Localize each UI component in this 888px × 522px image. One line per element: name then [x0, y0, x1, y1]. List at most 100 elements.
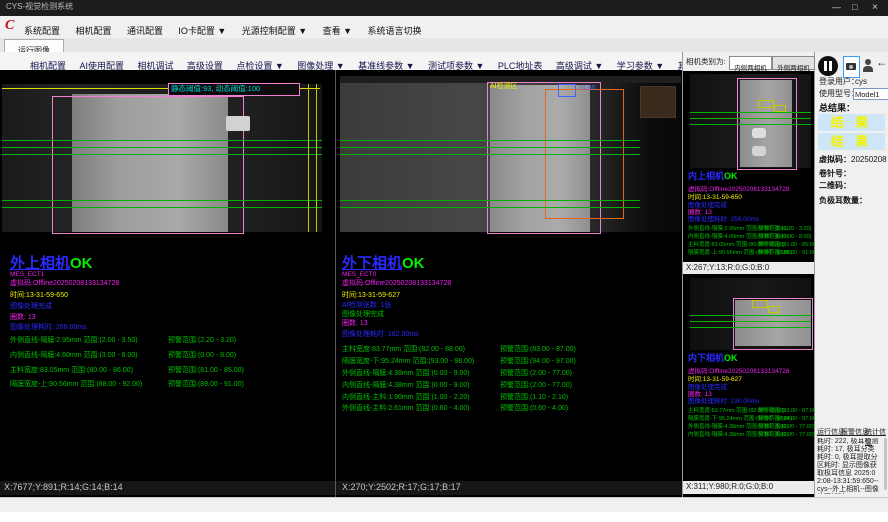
app-logo-icon: C — [5, 18, 14, 33]
close-button[interactable]: × — [872, 2, 878, 13]
measurement-warn: 预警范围:(81.00 - 85.00) — [758, 242, 818, 248]
guide-line — [690, 118, 811, 119]
threshold-label: 静态阈值:93, 动态阈值:100 — [168, 83, 300, 96]
measurement-value: 隔膜宽度-上:90.56mm 范围:(88.00 - 92.00) — [10, 381, 142, 389]
ai-region-label: AI检测区 — [490, 83, 518, 91]
tag-label-box — [758, 100, 774, 108]
virtual-code-label: 虚拟码： — [819, 156, 851, 165]
measurement-warn: 预警范围:(2.00 - 77.00) — [500, 382, 572, 390]
login-value: cys — [855, 78, 867, 87]
edge-line — [316, 84, 317, 232]
measurement-warn: 预警范围:(2.20 - 3.20) — [168, 337, 236, 345]
menu-system-config[interactable]: 系统配置 — [24, 24, 60, 37]
guide-line — [2, 154, 322, 155]
app-window: CYS-视觉检测系统 — □ × C 系统配置 相机配置 通讯配置 IO卡配置 … — [0, 0, 888, 522]
measurement-warn: 预警范围:(0.60 - 4.00) — [500, 405, 568, 413]
connector-blob — [226, 116, 250, 131]
tab-inner-cameras[interactable]: 内侧两相机 — [729, 56, 772, 70]
guide-line — [690, 327, 811, 328]
back-button[interactable]: ← — [876, 54, 888, 74]
winder-id-label: 卷针号： — [819, 170, 851, 179]
login-label: 登录用户： — [819, 78, 859, 87]
measurement-warn: 预警范围:(2.00 - 77.00) — [758, 432, 815, 438]
pause-icon — [824, 61, 827, 71]
guide-line — [2, 147, 322, 148]
log-text: 耗时: 222, 极耳检测耗时: 17, 极耳分类耗时: 0, 极耳提取分区耗时… — [817, 438, 881, 494]
measurement-value: 隔膜宽度-下:95.24mm 范围:(93.00 - 98.00) — [342, 358, 474, 366]
tag-label-box — [768, 306, 780, 313]
right1-elapsed-line: 图像处理耗时: 256.00ms — [688, 216, 759, 223]
menu-comm-config[interactable]: 通讯配置 — [127, 24, 163, 37]
middle-time-line: 时间:13-31-59-627 — [342, 292, 400, 300]
maximize-button[interactable]: □ — [852, 3, 857, 13]
model-input[interactable] — [853, 88, 888, 100]
right2-time-line: 时间:13-31-59-627 — [688, 376, 742, 383]
back-arrow-icon: ← — [876, 56, 888, 69]
log-scrollbar[interactable] — [884, 438, 887, 490]
pause-button[interactable] — [818, 56, 838, 76]
guide-line — [690, 321, 811, 322]
measurement-value: 外侧直线-主料:2.61mm 范围:(0.60 - 4.00) — [342, 405, 470, 413]
measurement-warn: 预警范围:(1.10 - 2.10) — [500, 394, 568, 402]
bottom-margin — [0, 512, 888, 522]
edge-line — [308, 84, 309, 232]
measurement-value: 主料宽度:83.77mm 范围:(82.00 - 88.00) — [342, 346, 465, 354]
menu-light-config[interactable]: 光源控制配置 ▼ — [242, 24, 307, 37]
measurement-warn: 预警范围:(83.00 - 87.00) — [758, 408, 818, 414]
right-lower-camera-image[interactable] — [690, 278, 811, 350]
right1-code-line: 虚拟码:Offline20250208133134728 — [688, 186, 789, 193]
menu-io-config[interactable]: IO卡配置 ▼ — [178, 24, 226, 37]
user-lock-button[interactable] — [862, 56, 875, 76]
tag-label-box — [752, 300, 768, 308]
tab-run-image[interactable]: 运行图像 — [4, 39, 64, 53]
pause-icon — [829, 61, 832, 71]
menu-language-switch[interactable]: 系统语言切换 — [368, 24, 422, 37]
left-mes-tag: MES_ECT1 — [10, 271, 44, 278]
window-title: CYS-视觉检测系统 — [6, 3, 73, 12]
roi-box — [52, 96, 244, 234]
menu-camera-config[interactable]: 相机配置 — [75, 24, 111, 37]
guide-line — [2, 207, 322, 208]
camera-group-label: 相机类别为: — [686, 58, 726, 66]
middle-elapsed-line: 图像处理耗时: 182.00ms — [342, 331, 419, 339]
middle-done-line: 图像处理完成 — [342, 311, 384, 319]
middle-ai-line: AI检测张数: 1张 — [342, 302, 391, 310]
user-icon-body — [863, 66, 873, 72]
measurement-warn: 预警范围:(2.00 - 77.00) — [758, 424, 815, 430]
total-result-label: 总结果： — [819, 104, 855, 114]
right2-camera-title: 内下相机OK — [688, 354, 738, 364]
tab-strip: 运行图像 — [0, 38, 888, 53]
status-bar: 心跳信号 相机连接 通讯连接 Cpu: 0.0% Memory: 3424.41… — [0, 497, 888, 513]
neg-tab-count-label: 负极耳数量： — [819, 197, 867, 206]
camera-group-header: 相机类别为: 内侧两相机 外侧两相机 — [683, 52, 814, 71]
tab-outer-cameras[interactable]: 外侧两相机 — [772, 56, 815, 70]
sidebar: ← 登录用户： cys 使用型号： 总结果： 结 果 结 果 虚拟码： 2025… — [815, 52, 888, 497]
left-elapsed-line: 图像处理耗时: 266.00ms — [10, 324, 87, 332]
guide-line — [340, 147, 640, 148]
measurement-warn: 预警范围:(89.00 - 91.00) — [758, 250, 818, 256]
menu-view[interactable]: 查看 ▼ — [323, 24, 352, 37]
middle-mes-tag: MES_ECT0 — [342, 271, 376, 278]
right1-camera-title: 内上相机OK — [688, 172, 738, 182]
left-camera-image[interactable] — [2, 84, 322, 232]
result-box-1: 结 果 — [818, 114, 885, 131]
measurement-warn: 预警范围:(83.00 - 87.00) — [500, 346, 576, 354]
measurement-warn: 预警范围:(2.00 - 77.00) — [500, 370, 572, 378]
left-done-line: 图像处理完成 — [10, 303, 52, 311]
measurement-warn: 预警范围:(0.00 - 8.00) — [758, 234, 812, 240]
tag-label-box — [774, 105, 786, 112]
guide-line — [690, 315, 811, 316]
right-upper-camera-image[interactable] — [690, 74, 811, 168]
middle-code-line: 虚拟码:Offline20250208133134728 — [342, 280, 451, 288]
left-code-line: 虚拟码:Offline20250208133134728 — [10, 280, 119, 288]
camera-lens — [849, 65, 853, 69]
snapshot-button[interactable] — [843, 56, 860, 78]
measurement-warn: 预警范围:(94.00 - 97.00) — [758, 416, 818, 422]
log-tabs: 运行信息 报警信息 统计信息 — [817, 427, 887, 437]
measurement-value: 内侧直线-隔膜:4.38mm 范围:(0.00 - 9.00) — [342, 382, 470, 390]
middle-turns-line: 圈数: 13 — [342, 320, 368, 328]
guide-line — [2, 140, 322, 141]
virtual-code-value: 20250208 — [851, 156, 887, 165]
result-box-2: 结 果 — [818, 133, 885, 150]
minimize-button[interactable]: — — [832, 3, 841, 13]
